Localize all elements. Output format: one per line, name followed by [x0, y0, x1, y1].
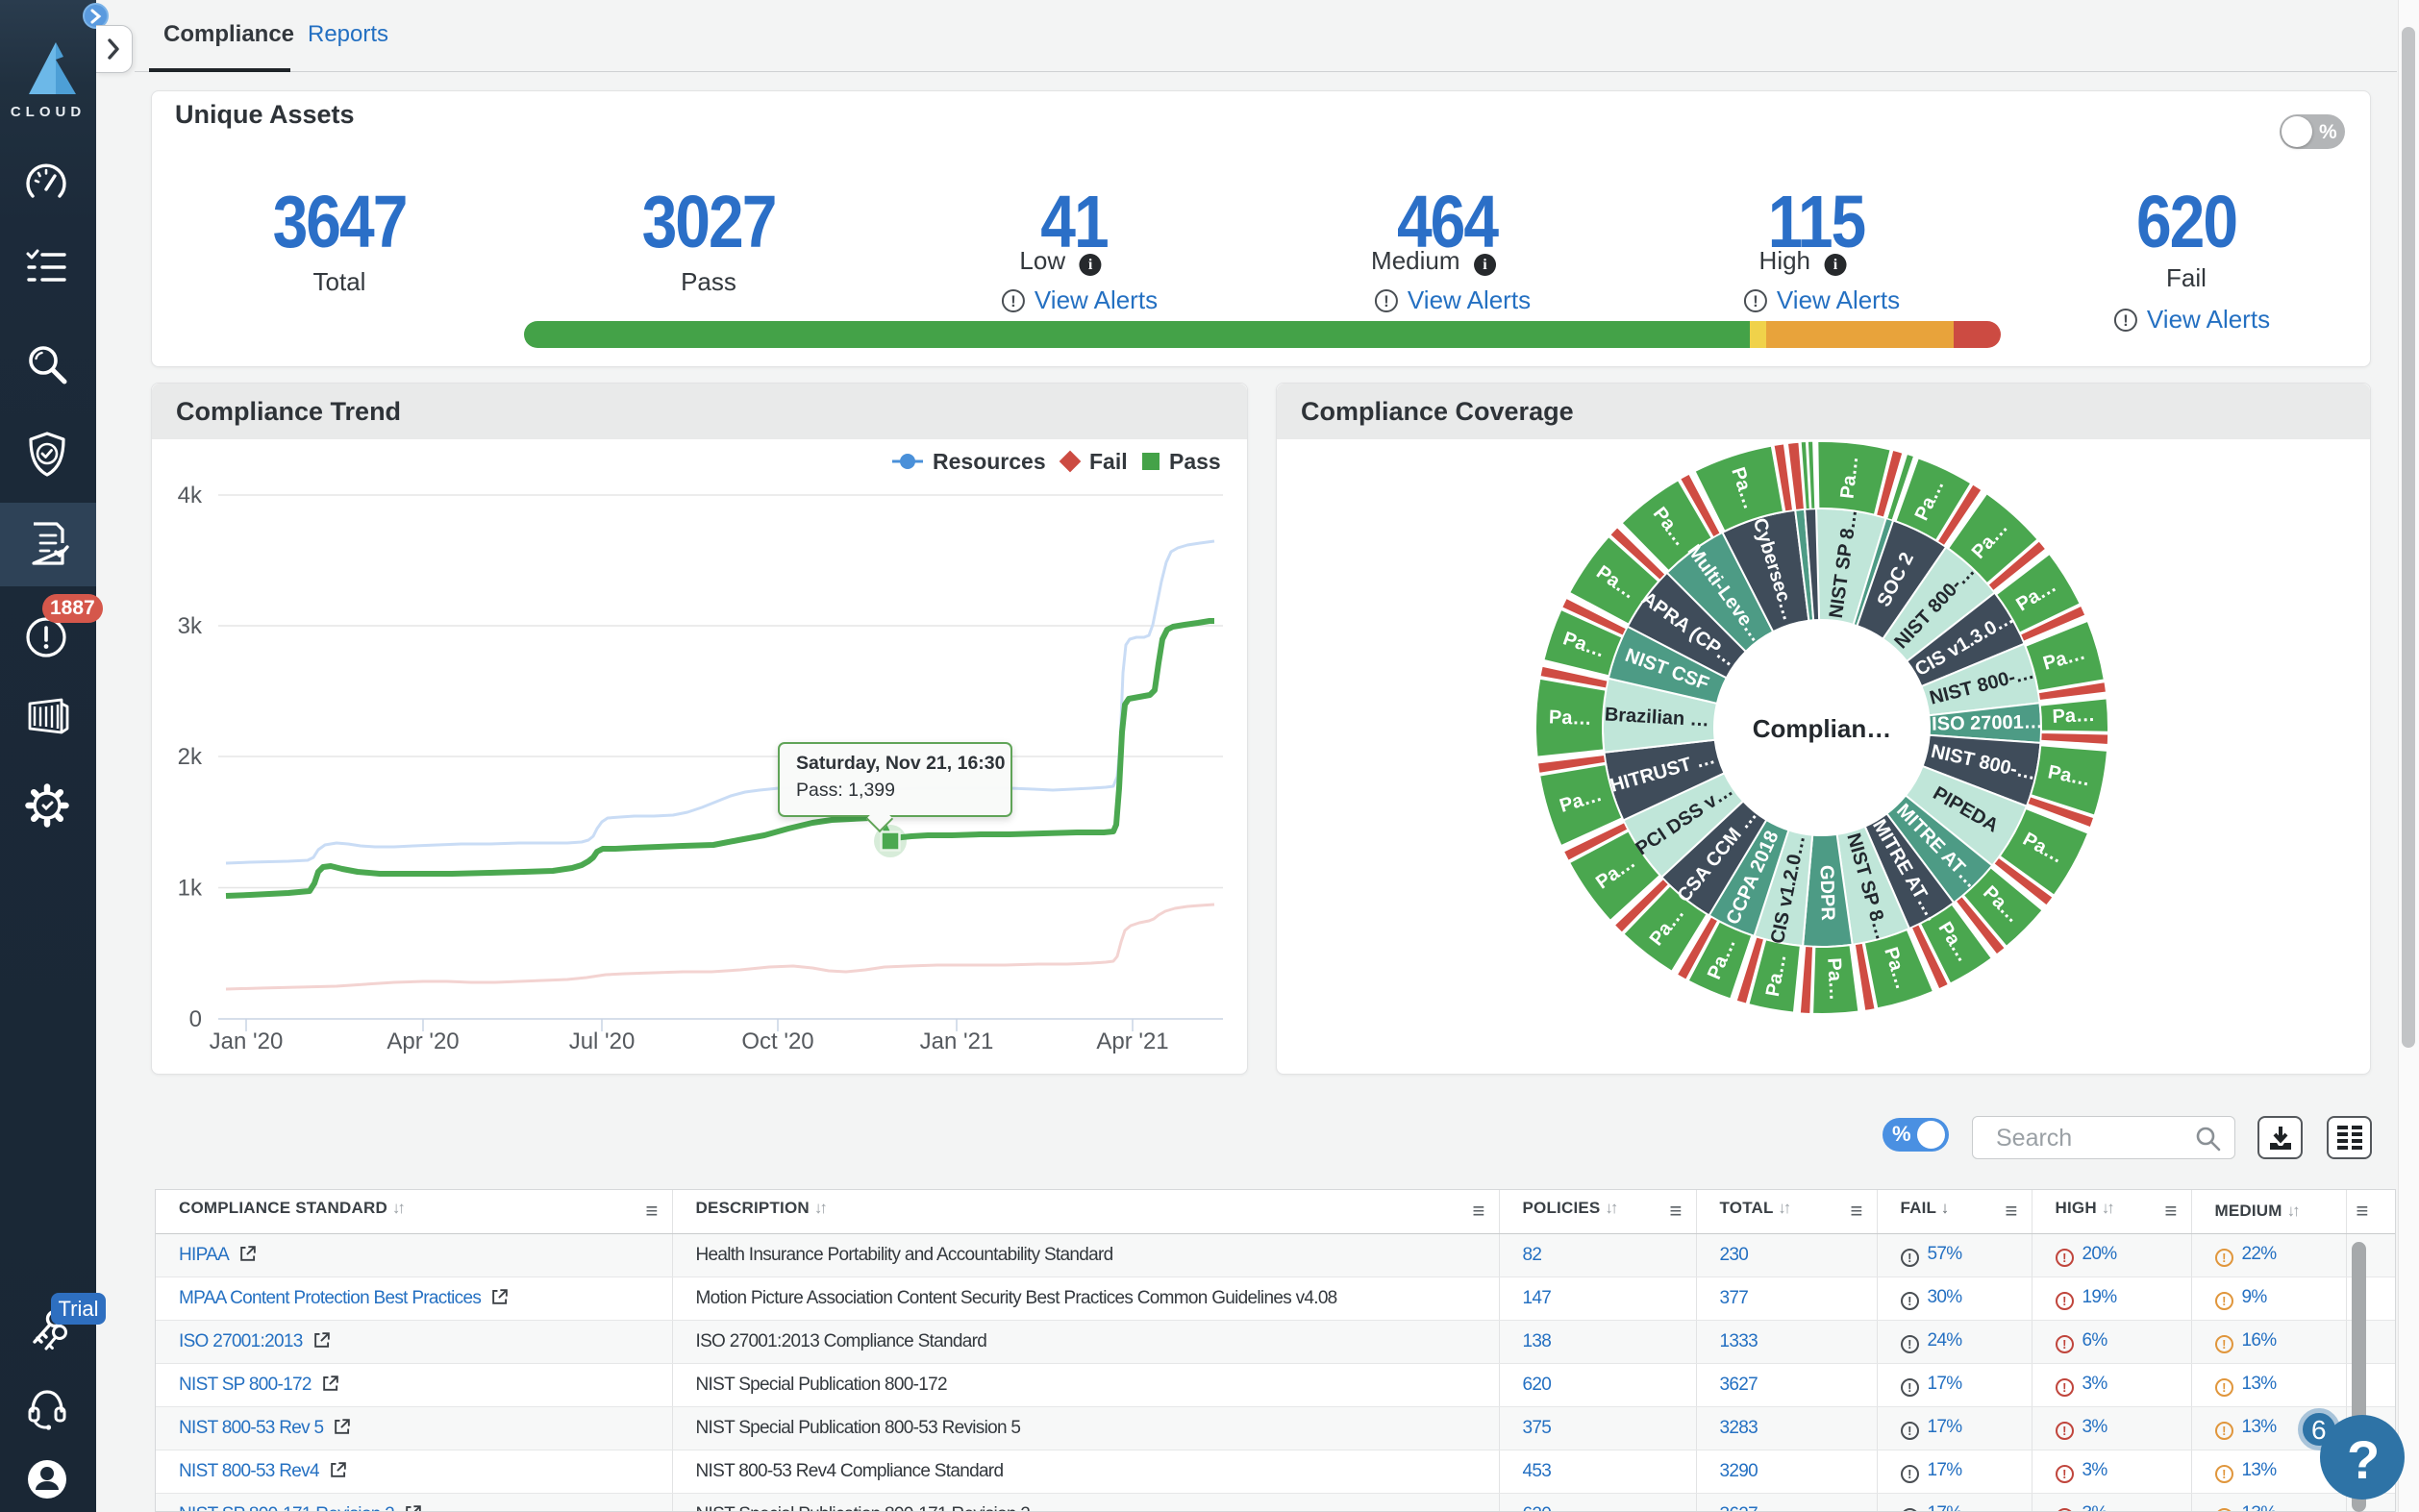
svg-text:0: 0 — [189, 1006, 202, 1032]
svg-text:4k: 4k — [178, 483, 203, 508]
svg-text:Apr '21: Apr '21 — [1096, 1029, 1168, 1054]
svg-text:Fail: Fail — [1089, 449, 1128, 474]
svg-text:Pass: Pass — [1169, 449, 1221, 474]
svg-text:Pa…: Pa… — [2052, 705, 2095, 728]
svg-text:3k: 3k — [178, 613, 203, 639]
svg-text:Apr '20: Apr '20 — [387, 1029, 459, 1054]
svg-text:Pa…: Pa… — [1823, 957, 1846, 1001]
svg-text:2k: 2k — [178, 744, 203, 770]
svg-text:GDPR: GDPR — [1815, 865, 1838, 922]
svg-text:Jan '20: Jan '20 — [210, 1029, 284, 1054]
svg-text:Oct '20: Oct '20 — [741, 1029, 813, 1054]
svg-text:Complian…: Complian… — [1753, 714, 1891, 743]
svg-text:ISO 27001…: ISO 27001… — [1932, 711, 2043, 734]
svg-text:1k: 1k — [178, 876, 203, 902]
svg-text:Pa…: Pa… — [1549, 706, 1592, 730]
svg-text:Jan '21: Jan '21 — [920, 1029, 994, 1054]
svg-text:Jul '20: Jul '20 — [569, 1029, 636, 1054]
svg-text:Resources: Resources — [933, 449, 1046, 474]
